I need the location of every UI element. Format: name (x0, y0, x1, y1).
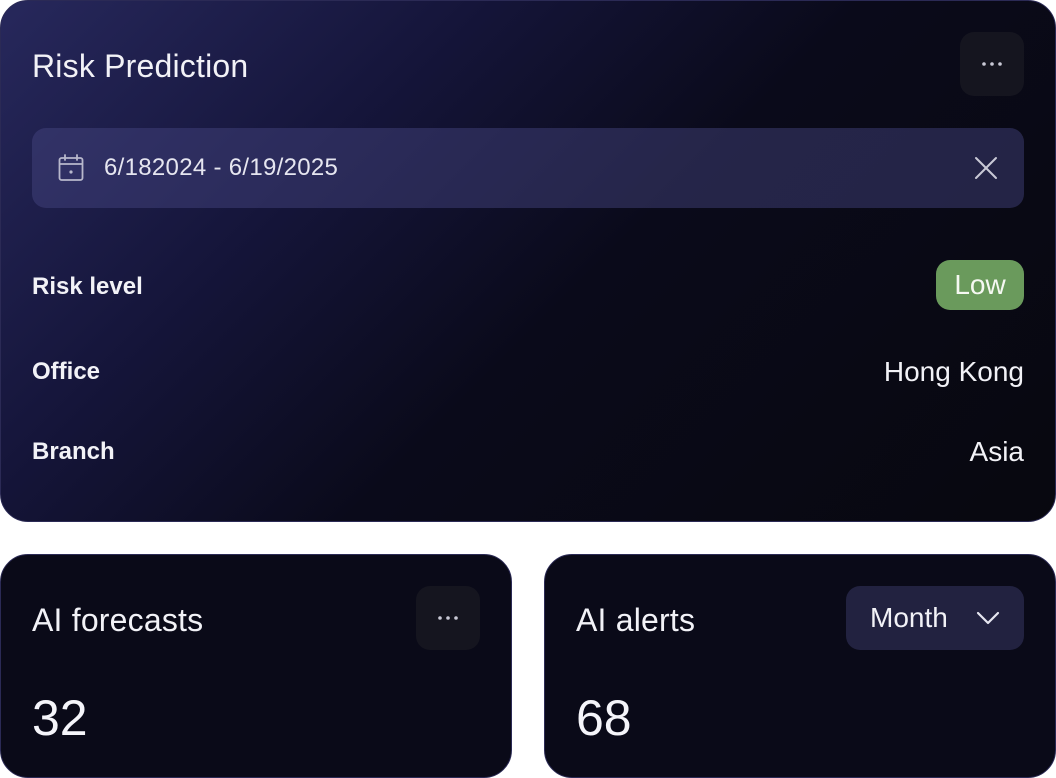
calendar-icon (58, 154, 84, 181)
branch-label: Branch (32, 438, 115, 465)
ai-alerts-count: 68 (576, 690, 632, 746)
branch-value: Asia (969, 436, 1024, 467)
ai-alerts-title: AI alerts (576, 602, 696, 638)
date-range-value: 6/182024 - 6/19/2025 (104, 154, 339, 181)
office-label: Office (32, 358, 101, 385)
risk-level-label: Risk level (32, 273, 143, 300)
more-horizontal-icon (438, 616, 458, 620)
period-select[interactable]: Month (846, 586, 1024, 650)
more-horizontal-icon (982, 62, 1002, 66)
chevron-down-icon (976, 611, 1000, 625)
date-range-field[interactable]: 6/182024 - 6/19/2025 (32, 128, 1024, 208)
forecasts-more-button[interactable] (416, 586, 480, 650)
office-value: Hong Kong (883, 356, 1024, 387)
risk-level-badge: Low (936, 260, 1024, 310)
risk-prediction-title: Risk Prediction (32, 48, 249, 84)
period-select-value: Month (870, 602, 948, 633)
ai-forecasts-count: 32 (32, 690, 88, 746)
risk-more-button[interactable] (960, 32, 1024, 96)
close-icon[interactable] (974, 156, 998, 180)
ai-forecasts-title: AI forecasts (32, 602, 204, 638)
